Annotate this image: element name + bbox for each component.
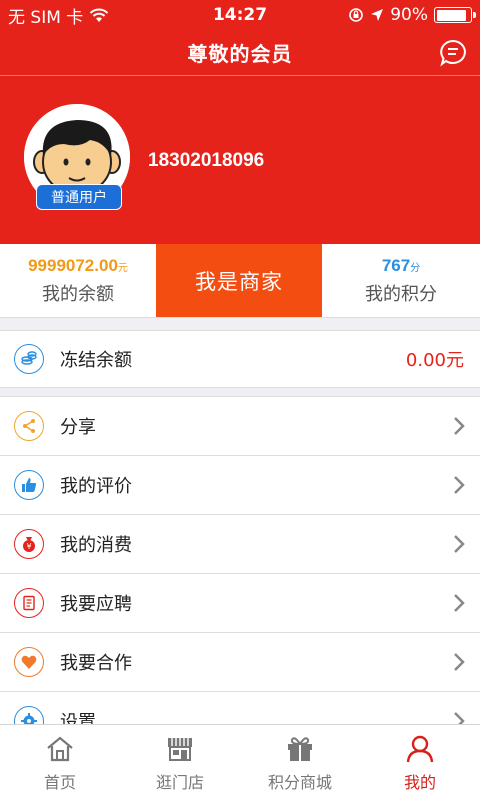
menu-item-label: 分享 xyxy=(60,417,96,438)
resume-icon xyxy=(14,588,44,618)
chevron-right-icon xyxy=(454,417,465,435)
location-arrow-icon xyxy=(371,9,384,21)
balance-stat[interactable]: 9999072.00元 我的余额 xyxy=(0,244,156,317)
chevron-right-icon xyxy=(454,535,465,553)
battery-percent: 90% xyxy=(390,5,428,25)
tab-bar: 首页 逛门店 积分商城 我的 xyxy=(0,724,480,800)
rotation-lock-icon xyxy=(349,8,364,22)
battery-icon xyxy=(434,7,476,23)
battery-level xyxy=(436,9,467,21)
tab-home[interactable]: 首页 xyxy=(0,725,120,800)
home-icon xyxy=(47,736,73,761)
share-icon xyxy=(14,411,44,441)
tab-label: 我的 xyxy=(403,772,436,792)
menu-item-reviews[interactable]: 我的评价 xyxy=(0,456,480,515)
balance-value-wrap: 9999072.00元 xyxy=(28,256,128,276)
chevron-right-icon xyxy=(454,594,465,612)
status-bar: 无 SIM 卡 14:27 90% xyxy=(0,0,480,30)
menu-item-settings[interactable]: 设置 xyxy=(0,692,480,724)
user-phone: 18302018096 xyxy=(148,150,265,171)
tab-stores[interactable]: 逛门店 xyxy=(120,725,240,800)
balance-value: 9999072.00 xyxy=(28,255,118,275)
menu-item-label: 设置 xyxy=(60,712,96,724)
menu-item-cooperate[interactable]: 我要合作 xyxy=(0,633,480,692)
frozen-balance-row[interactable]: 冻结余额 0.00元 xyxy=(0,330,480,388)
money-bag-icon: ¥ xyxy=(14,529,44,559)
balance-unit: 元 xyxy=(117,262,128,274)
wifi-icon xyxy=(90,8,109,22)
tab-label: 逛门店 xyxy=(155,772,204,792)
user-level-badge: 普通用户 xyxy=(36,184,122,210)
tab-mine[interactable]: 我的 xyxy=(360,725,480,800)
frozen-balance-value: 0.00元 xyxy=(405,350,464,371)
carrier-text: 无 SIM 卡 xyxy=(8,7,84,28)
points-value: 767 xyxy=(381,255,411,275)
stats-row: 9999072.00元 我的余额 我是商家 767分 我的积分 xyxy=(0,244,480,318)
svg-text:¥: ¥ xyxy=(26,542,31,551)
balance-label: 我的余额 xyxy=(42,283,114,305)
menu-item-share[interactable]: 分享 xyxy=(0,397,480,456)
frozen-balance-label: 冻结余额 xyxy=(60,350,132,371)
thumbs-up-icon xyxy=(14,470,44,500)
tab-label: 积分商城 xyxy=(267,772,332,792)
menu-item-consumption[interactable]: ¥ 我的消费 xyxy=(0,515,480,574)
user-icon xyxy=(406,735,434,762)
gear-icon xyxy=(14,706,44,724)
menu-item-label: 我要应聘 xyxy=(60,594,132,615)
chevron-right-icon xyxy=(454,476,465,494)
points-stat[interactable]: 767分 我的积分 xyxy=(322,244,480,317)
gift-icon xyxy=(288,736,312,761)
message-icon[interactable] xyxy=(438,38,468,68)
points-unit: 分 xyxy=(410,262,421,274)
tab-label: 首页 xyxy=(43,772,76,792)
heart-icon xyxy=(14,647,44,677)
menu-item-label: 我的评价 xyxy=(60,476,132,497)
nav-bar: 尊敬的会员 xyxy=(0,30,480,76)
menu-item-label: 我要合作 xyxy=(60,653,132,674)
tab-points-mall[interactable]: 积分商城 xyxy=(240,725,360,800)
chevron-right-icon xyxy=(454,653,465,671)
profile-section: 普通用户 18302018096 xyxy=(0,76,480,244)
menu-list: 分享 我的评价 ¥ 我的消费 我要应聘 我要合作 设置 xyxy=(0,396,480,724)
menu-item-label: 我的消费 xyxy=(60,535,132,556)
merchant-button[interactable]: 我是商家 xyxy=(156,244,322,317)
chevron-right-icon xyxy=(454,712,465,724)
page-title: 尊敬的会员 xyxy=(187,42,293,66)
points-value-wrap: 767分 xyxy=(382,256,420,276)
points-label: 我的积分 xyxy=(365,283,437,305)
menu-item-apply-job[interactable]: 我要应聘 xyxy=(0,574,480,633)
coins-icon xyxy=(14,344,44,374)
store-icon xyxy=(168,737,192,761)
